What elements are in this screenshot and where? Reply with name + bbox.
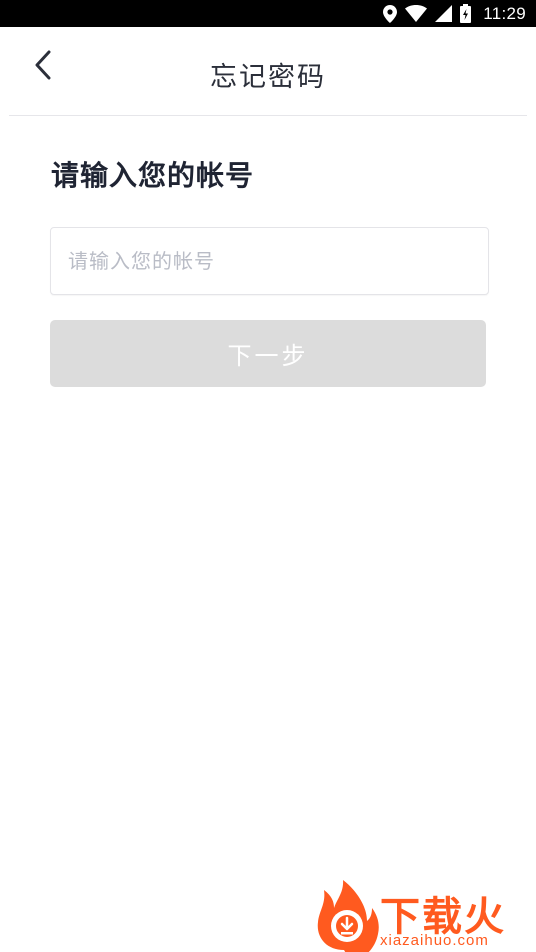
status-bar: 11:29 (0, 0, 536, 27)
forgot-password-screen: 11:29 忘记密码 请输入您的帐号 下一步 下载火 xiazai (0, 0, 536, 952)
account-input[interactable] (50, 227, 489, 295)
watermark-url: xiazaihuo.com (380, 932, 489, 949)
page-title: 忘记密码 (210, 62, 326, 93)
location-icon (383, 4, 398, 23)
next-button[interactable]: 下一步 (50, 320, 486, 387)
battery-icon (460, 4, 472, 23)
signal-icon (435, 5, 453, 22)
wifi-icon (405, 5, 428, 22)
status-time: 11:29 (483, 3, 526, 23)
watermark: 下载火 xiazaihuo.com (314, 880, 536, 952)
section-heading: 请输入您的帐号 (51, 159, 255, 192)
download-flame-icon (314, 880, 380, 952)
nav-bar: 忘记密码 (9, 27, 527, 116)
